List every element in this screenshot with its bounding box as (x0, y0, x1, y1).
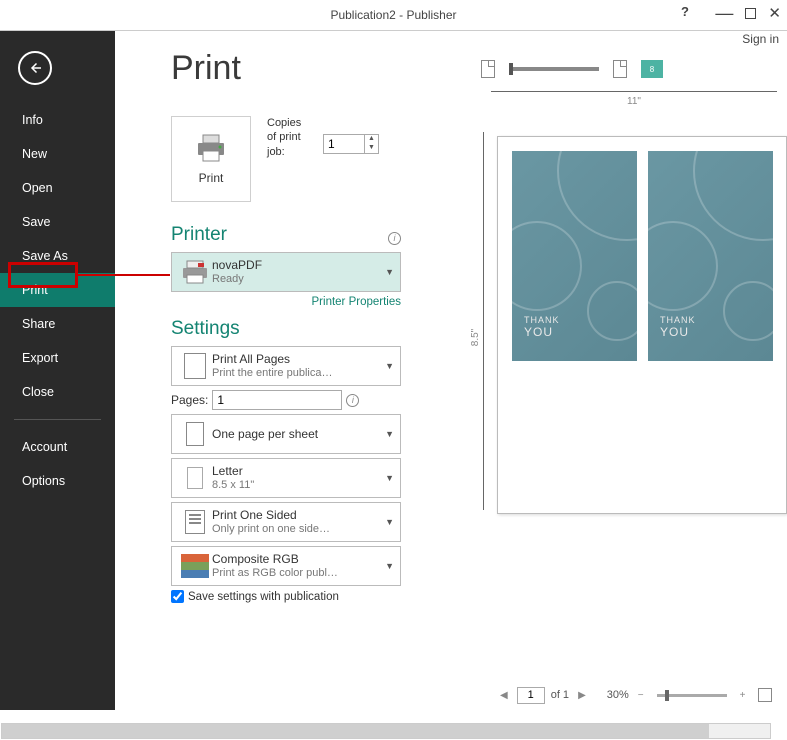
copies-spinner[interactable]: ▲▼ (323, 134, 379, 154)
paper-icon (187, 467, 203, 489)
page-icon-b[interactable] (613, 60, 627, 78)
nav-share[interactable]: Share (0, 307, 115, 341)
printer-name: novaPDF (212, 258, 385, 272)
copies-label: Copies of print job: (267, 116, 307, 159)
print-range-dropdown[interactable]: Print All Pages Print the entire publica… (171, 346, 401, 386)
print-range-label: Print All Pages (212, 352, 385, 366)
print-button-label: Print (199, 171, 224, 185)
close-icon[interactable]: ✕ (768, 4, 781, 22)
chevron-down-icon: ▼ (385, 361, 394, 371)
paper-label: Letter (212, 464, 385, 478)
nav-new[interactable]: New (0, 137, 115, 171)
preview-toolbar: 8 (431, 49, 787, 89)
help-icon[interactable]: ? (681, 4, 689, 19)
chevron-down-icon: ▼ (385, 267, 394, 277)
ruler-height-label: 8.5" (470, 329, 481, 346)
preview-card-1: THANKYOU (512, 151, 637, 361)
paper-dropdown[interactable]: Letter 8.5 x 11" ▼ (171, 458, 401, 498)
nav-info[interactable]: Info (0, 103, 115, 137)
color-dropdown[interactable]: Composite RGB Print as RGB color publ… ▼ (171, 546, 401, 586)
color-label: Composite RGB (212, 552, 385, 566)
restore-icon[interactable] (745, 8, 756, 19)
zoom-label: 30% (607, 689, 629, 701)
printer-status: Ready (212, 273, 342, 286)
pages-input[interactable] (212, 390, 342, 410)
scrollbar-thumb[interactable] (2, 724, 709, 738)
sign-in-link[interactable]: Sign in (742, 32, 779, 46)
prev-page-button[interactable]: ◀ (497, 690, 511, 701)
one-sided-icon (185, 510, 205, 534)
page-number-input[interactable] (517, 687, 545, 704)
printer-heading: Printer (171, 224, 227, 246)
printer-dropdown[interactable]: novaPDF Ready ▼ (171, 252, 401, 292)
back-button[interactable] (18, 51, 52, 85)
preview-statusbar: ◀ of 1 ▶ 30% − + (431, 680, 787, 710)
chevron-down-icon: ▼ (385, 429, 394, 439)
rgb-icon (181, 554, 209, 578)
ruler-width-label: 11" (627, 96, 641, 107)
save-settings-input[interactable] (171, 590, 184, 603)
backstage-sidebar: Info New Open Save Save As Print Share E… (0, 31, 115, 710)
single-page-icon (186, 422, 204, 446)
minimize-icon[interactable]: — (715, 9, 733, 17)
preview-card-2: THANKYOU (648, 151, 773, 361)
preview-sheet: THANKYOU THANKYOU (497, 136, 787, 514)
pages-icon (184, 353, 206, 379)
nav-account[interactable]: Account (0, 430, 115, 464)
printer-device-icon (178, 260, 212, 284)
sided-label: Print One Sided (212, 508, 385, 522)
sided-dropdown[interactable]: Print One Sided Only print on one side… … (171, 502, 401, 542)
color-sub: Print as RGB color publ… (212, 567, 342, 580)
chevron-down-icon: ▼ (385, 517, 394, 527)
nav-open[interactable]: Open (0, 171, 115, 205)
page-icon-a[interactable] (481, 60, 495, 78)
nav-options[interactable]: Options (0, 464, 115, 498)
pages-label: Pages: (171, 393, 208, 407)
window-title: Publication2 - Publisher (330, 8, 456, 22)
copies-down[interactable]: ▼ (365, 144, 378, 153)
print-button[interactable]: Print (171, 116, 251, 202)
layout-label: One page per sheet (212, 427, 385, 441)
fit-page-button[interactable] (758, 688, 772, 702)
printer-properties-link[interactable]: Printer Properties (171, 296, 401, 308)
nav-save-as[interactable]: Save As (0, 239, 115, 273)
chevron-down-icon: ▼ (385, 473, 394, 483)
page-title: Print (171, 49, 401, 88)
nav-print[interactable]: Print (0, 273, 115, 307)
annotation-arrow (78, 274, 170, 276)
nav-export[interactable]: Export (0, 341, 115, 375)
nav-save[interactable]: Save (0, 205, 115, 239)
page-of-label: of 1 (551, 689, 569, 701)
slider-a[interactable] (509, 67, 599, 71)
printer-icon (194, 133, 228, 163)
chevron-down-icon: ▼ (385, 561, 394, 571)
horizontal-scrollbar[interactable] (1, 723, 771, 739)
nav-separator (14, 419, 101, 420)
sided-sub: Only print on one side… (212, 523, 342, 536)
zoom-in-button[interactable]: + (737, 690, 749, 701)
save-settings-label: Save settings with publication (188, 591, 339, 603)
pages-info-icon[interactable]: i (346, 394, 359, 407)
printer-info-icon[interactable]: i (388, 232, 401, 245)
zoom-slider[interactable] (657, 694, 727, 697)
copies-up[interactable]: ▲ (365, 135, 378, 144)
settings-heading: Settings (171, 318, 401, 340)
layout-dropdown[interactable]: One page per sheet ▼ (171, 414, 401, 454)
zoom-badge[interactable]: 8 (641, 60, 663, 78)
next-page-button[interactable]: ▶ (575, 690, 589, 701)
zoom-out-button[interactable]: − (635, 690, 647, 701)
nav-close[interactable]: Close (0, 375, 115, 409)
copies-input[interactable] (324, 135, 364, 153)
paper-sub: 8.5 x 11" (212, 479, 342, 492)
print-range-sub: Print the entire publica… (212, 367, 342, 380)
save-settings-checkbox[interactable]: Save settings with publication (171, 590, 401, 603)
